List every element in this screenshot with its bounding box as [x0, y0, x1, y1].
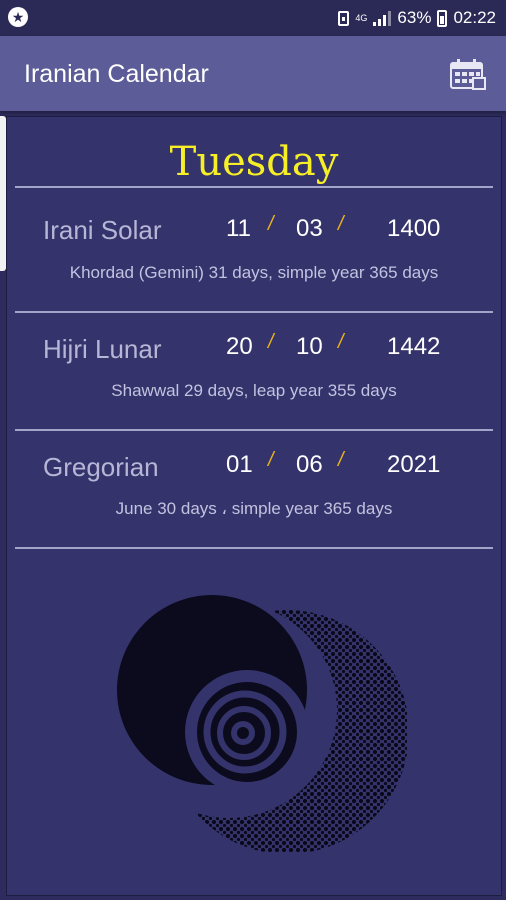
solar-year: 1400 — [387, 215, 441, 242]
weekday-title: Tuesday — [169, 139, 339, 185]
solar-day: 11 — [226, 215, 251, 242]
solar-description: Khordad (Gemini) 31 days, simple year 36… — [69, 263, 439, 282]
app-title: Iranian Calendar — [24, 60, 209, 88]
signal-strength-icon — [373, 10, 392, 26]
divider — [15, 547, 493, 549]
calendar-card: Tuesday Irani Solar 11 / 03 / 1400 Khord… — [6, 116, 502, 896]
date-separator: / — [268, 449, 274, 471]
notification-star-icon: ★ — [8, 7, 28, 27]
divider — [15, 186, 493, 188]
lunar-day: 20 — [226, 333, 253, 360]
clock: 02:22 — [453, 8, 496, 27]
lunar-month: 10 — [296, 333, 323, 360]
calendar-name-solar: Irani Solar — [43, 215, 162, 245]
app-bar: Iranian Calendar — [0, 36, 506, 111]
solar-month: 03 — [296, 215, 323, 242]
calendar-name-gregorian: Gregorian — [43, 452, 159, 482]
gregorian-year: 2021 — [387, 451, 441, 478]
divider — [15, 429, 493, 431]
status-bar: ★ 4G 63% 02:22 — [0, 0, 506, 36]
moon-logo — [107, 582, 407, 852]
calendar-icon[interactable] — [450, 58, 486, 90]
lunar-description: Shawwal 29 days, leap year 355 days — [111, 381, 397, 400]
lunar-year: 1442 — [387, 333, 441, 360]
gregorian-month: 06 — [296, 451, 323, 478]
sim-card-icon — [338, 10, 350, 26]
date-separator: / — [338, 449, 344, 471]
divider — [15, 311, 493, 313]
date-separator: / — [338, 213, 344, 235]
battery-percent: 63% — [397, 8, 432, 27]
calendar-name-lunar: Hijri Lunar — [43, 334, 162, 364]
network-type: 4G — [355, 12, 368, 23]
gregorian-description: June 30 days ، simple year 365 days — [115, 499, 393, 518]
date-separator: / — [268, 213, 274, 235]
status-indicators: 4G 63% 02:22 — [338, 0, 496, 36]
gregorian-day: 01 — [226, 451, 253, 478]
battery-icon — [437, 9, 448, 27]
date-separator: / — [268, 331, 274, 353]
date-separator: / — [338, 331, 344, 353]
